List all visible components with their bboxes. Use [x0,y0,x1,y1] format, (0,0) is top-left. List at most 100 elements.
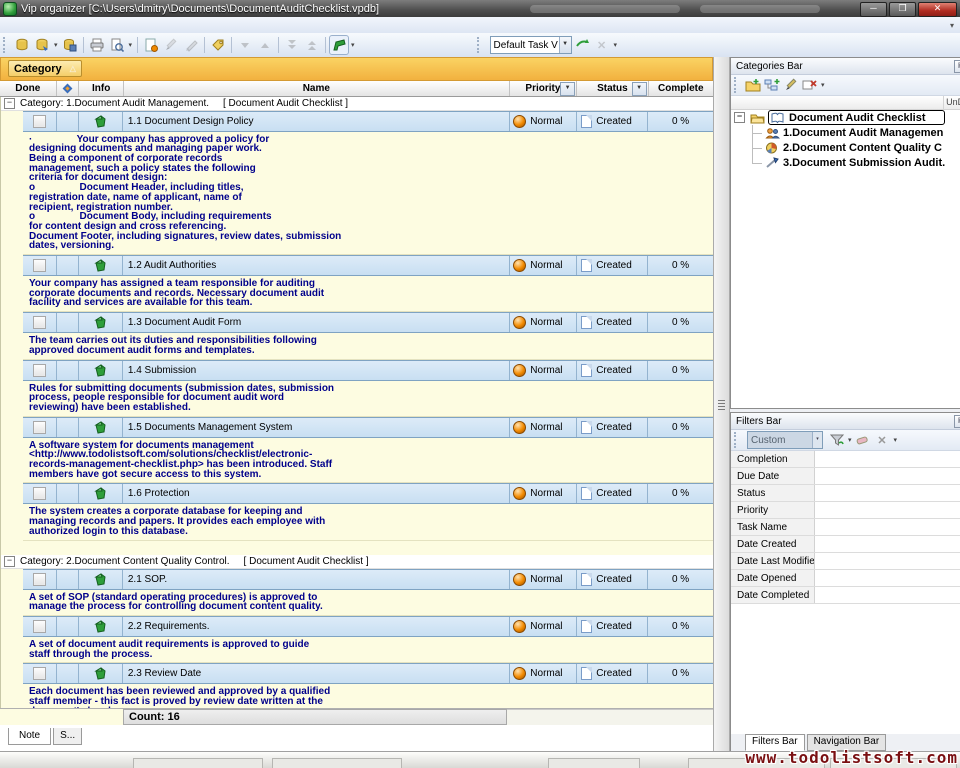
filter-value-field[interactable] [815,451,960,467]
move-to-bottom-icon[interactable] [283,36,301,54]
task-view-dropdown-icon[interactable]: ▾ [351,41,355,49]
panel-float-icon[interactable]: ▣ [954,60,960,73]
vertical-splitter[interactable] [713,57,730,752]
new-task-icon[interactable] [142,36,160,54]
group-by-category-chip[interactable]: Category △ [8,60,82,77]
filter-dropdown-icon[interactable]: ▾ [848,436,852,444]
column-header-status[interactable]: Status▼ [577,81,648,96]
filter-value-field[interactable] [815,570,960,586]
menubar-options-icon[interactable]: ▾ [950,21,954,30]
panel-float-icon[interactable]: ▣ [954,415,960,428]
delete-task-icon[interactable] [182,36,200,54]
filters-bar-panel: Filters Bar ▣ ⊼ ✕ Custom ▾ ▾ ✕ ▾ [730,412,960,752]
filter-value-field[interactable] [815,553,960,569]
task-row[interactable]: 2.1 SOP. Normal Created 0 % [23,569,713,590]
done-checkbox[interactable] [33,421,46,434]
tag-icon[interactable] [209,36,227,54]
column-undone[interactable]: UnD... [943,96,960,109]
edit-category-icon[interactable] [782,77,799,93]
task-view-icon[interactable] [330,36,348,54]
filter-value-field[interactable] [815,536,960,552]
close-button[interactable]: ✕ [918,2,957,17]
task-row[interactable]: 2.2 Requirements. Normal Created 0 % [23,616,713,637]
column-header-done[interactable]: Done [0,81,57,96]
taskbar-button[interactable] [272,758,402,768]
toolbar-options-icon[interactable]: ▾ [614,41,618,49]
done-checkbox[interactable] [33,573,46,586]
apply-filter-icon[interactable] [828,432,845,448]
tree-root-row[interactable]: − Document Audit Checklist 16 16 [731,110,960,125]
apply-view-icon[interactable] [573,36,591,54]
new-database-icon[interactable] [13,36,31,54]
taskbar-button[interactable] [133,758,263,768]
task-row[interactable]: 1.4 Submission Normal Created 0 % [23,360,713,381]
add-group-icon[interactable] [744,77,761,93]
move-down-icon[interactable] [236,36,254,54]
task-row[interactable]: 2.3 Review Date Normal Created 0 % [23,663,713,684]
done-checkbox[interactable] [33,667,46,680]
undone-count: 6 [945,127,960,139]
priority-normal-icon [513,316,526,329]
move-up-icon[interactable] [256,36,274,54]
group-row[interactable]: − Category: 1.Document Audit Management.… [1,97,713,111]
tab-note[interactable]: Note [8,728,51,745]
filter-value-field[interactable] [815,587,960,603]
filter-preset-combo[interactable]: Custom ▾ [747,431,823,449]
status-filter-dropdown-icon[interactable]: ▼ [632,82,647,96]
collapse-icon[interactable]: − [4,98,15,109]
column-header-priority-flag[interactable] [57,81,80,96]
delete-category-icon[interactable] [801,77,818,93]
filter-value-field[interactable] [815,485,960,501]
combo-dropdown-icon[interactable]: ▼ [559,37,571,53]
column-header-name[interactable]: Name [124,81,510,96]
filter-value-field[interactable] [815,519,960,535]
note-icon [94,115,107,128]
move-to-top-icon[interactable] [303,36,321,54]
done-checkbox[interactable] [33,364,46,377]
priority-value: Normal [530,488,562,499]
open-database-icon[interactable] [33,36,51,54]
task-row[interactable]: 1.5 Documents Management System Normal C… [23,417,713,438]
categories-toolbar-options-icon[interactable]: ▾ [821,81,825,89]
preset-spinner-icon[interactable]: ▾ [812,432,822,448]
print-icon[interactable] [88,36,106,54]
clear-filter-icon[interactable] [855,432,872,448]
reset-filter-icon[interactable]: ✕ [874,432,891,448]
group-row[interactable]: − Category: 2.Document Content Quality C… [1,555,713,569]
tree-category-row[interactable]: 3.Document Submission Audit. 3 3 [731,155,960,170]
done-checkbox[interactable] [33,259,46,272]
status-value: Created [596,574,632,585]
done-checkbox[interactable] [33,115,46,128]
column-header-complete[interactable]: Complete [649,81,713,96]
maximize-button[interactable]: ❐ [889,2,916,17]
print-dropdown-icon[interactable]: ▾ [129,41,133,49]
task-row[interactable]: 1.3 Document Audit Form Normal Created 0… [23,312,713,333]
task-row[interactable]: 1.2 Audit Authorities Normal Created 0 % [23,255,713,276]
task-block: 2.3 Review Date Normal Created 0 % Each … [1,663,713,708]
tree-category-row[interactable]: 1.Document Audit Managemen 6 6 [731,125,960,140]
task-view-combo[interactable]: Default Task V ▼ [490,36,572,54]
save-database-icon[interactable] [61,36,79,54]
filters-toolbar-options-icon[interactable]: ▾ [894,436,898,444]
column-header-info[interactable]: Info [79,81,124,96]
column-header-priority[interactable]: Priority▼ [510,81,577,96]
edit-task-icon[interactable] [162,36,180,54]
done-checkbox[interactable] [33,487,46,500]
task-row[interactable]: 1.6 Protection Normal Created 0 % [23,483,713,504]
tree-category-row[interactable]: 2.Document Content Quality C 7 7 [731,140,960,155]
taskbar-button[interactable] [548,758,640,768]
minimize-button[interactable]: ─ [860,2,887,17]
done-checkbox[interactable] [33,620,46,633]
collapse-icon[interactable]: − [4,556,15,567]
task-row[interactable]: 1.1 Document Design Policy Normal Create… [23,111,713,132]
open-database-dropdown-icon[interactable]: ▾ [54,41,58,49]
tab-subtasks[interactable]: S... [53,728,82,745]
print-preview-icon[interactable] [108,36,126,54]
done-checkbox[interactable] [33,316,46,329]
add-category-icon[interactable] [763,77,780,93]
clear-view-icon[interactable]: ✕ [593,36,611,54]
collapse-icon[interactable]: − [734,112,745,123]
priority-filter-dropdown-icon[interactable]: ▼ [560,82,575,96]
filter-value-field[interactable] [815,468,960,484]
filter-value-field[interactable] [815,502,960,518]
